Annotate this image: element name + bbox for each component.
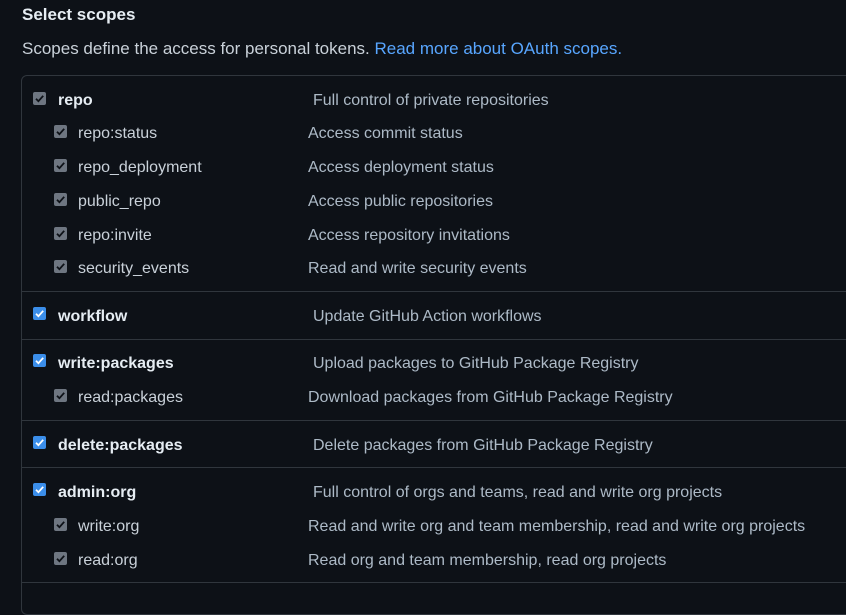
workflow-checkbox[interactable] (33, 307, 46, 320)
scope-name: security_events (78, 260, 190, 277)
description-text: Scopes define the access for personal to… (22, 39, 370, 58)
write-packages-checkbox[interactable] (33, 354, 46, 367)
scope-description: Read org and team membership, read org p… (308, 552, 667, 569)
scope-name: workflow (58, 308, 128, 325)
read-org-checkbox (54, 552, 67, 565)
scope-row-repo-invite: repo:invite Access repository invitation… (0, 224, 846, 248)
scope-name: repo_deployment (78, 159, 202, 176)
scope-description: Update GitHub Action workflows (313, 308, 542, 325)
scope-row-write-packages: write:packages Upload packages to GitHub… (0, 352, 846, 376)
scope-name: write:packages (58, 355, 174, 372)
write-org-checkbox (54, 518, 67, 531)
repo-invite-checkbox (54, 227, 67, 240)
repo-checkbox (33, 92, 46, 105)
scope-name: repo:status (78, 125, 158, 142)
admin-org-checkbox[interactable] (33, 483, 46, 496)
scope-row-workflow: workflow Update GitHub Action workflows (0, 305, 846, 329)
group-divider (22, 291, 846, 292)
scope-description: Full control of orgs and teams, read and… (313, 484, 723, 501)
section-description: Scopes define the access for personal to… (22, 39, 622, 59)
read-packages-checkbox (54, 389, 67, 402)
scope-name: public_repo (78, 193, 161, 210)
group-divider (22, 339, 846, 340)
scope-row-write-org: write:org Read and write org and team me… (0, 515, 846, 539)
scope-description: Read and write org and team membership, … (308, 518, 806, 535)
delete-packages-checkbox[interactable] (33, 436, 46, 449)
scope-description: Access deployment status (308, 159, 494, 176)
repo-status-checkbox (54, 125, 67, 138)
scope-row-security-events: security_events Read and write security … (0, 257, 846, 281)
security-events-checkbox (54, 260, 67, 273)
scope-description: Delete packages from GitHub Package Regi… (313, 437, 653, 454)
scope-name: repo:invite (78, 227, 152, 244)
scope-description: Access commit status (308, 125, 463, 142)
scope-description: Access repository invitations (308, 227, 510, 244)
scope-row-repo: repo Full control of private repositorie… (0, 89, 846, 113)
scope-name: delete:packages (58, 437, 183, 454)
scope-name: repo (58, 92, 93, 109)
scope-name: read:org (78, 552, 138, 569)
group-divider (22, 420, 846, 421)
scope-description: Read and write security events (308, 260, 527, 277)
scope-row-read-packages: read:packages Download packages from Git… (0, 386, 846, 410)
scope-description: Download packages from GitHub Package Re… (308, 389, 673, 406)
scope-name: read:packages (78, 389, 183, 406)
scope-row-delete-packages: delete:packages Delete packages from Git… (0, 434, 846, 458)
scope-description: Full control of private repositories (313, 92, 549, 109)
section-title: Select scopes (22, 5, 136, 24)
scope-row-public-repo: public_repo Access public repositories (0, 190, 846, 214)
scope-description: Access public repositories (308, 193, 493, 210)
scope-description: Upload packages to GitHub Package Regist… (313, 355, 639, 372)
scope-row-repo-deployment: repo_deployment Access deployment status (0, 156, 846, 180)
scope-name: admin:org (58, 484, 137, 501)
public-repo-checkbox (54, 193, 67, 206)
scope-row-read-org: read:org Read org and team membership, r… (0, 549, 846, 573)
group-divider (22, 582, 846, 583)
group-divider (22, 467, 846, 468)
scope-name: write:org (78, 518, 140, 535)
repo-deployment-checkbox (54, 159, 67, 172)
scope-row-admin-org: admin:org Full control of orgs and teams… (0, 481, 846, 505)
oauth-scopes-link[interactable]: Read more about OAuth scopes. (375, 39, 623, 58)
scope-row-repo-status: repo:status Access commit status (0, 122, 846, 146)
